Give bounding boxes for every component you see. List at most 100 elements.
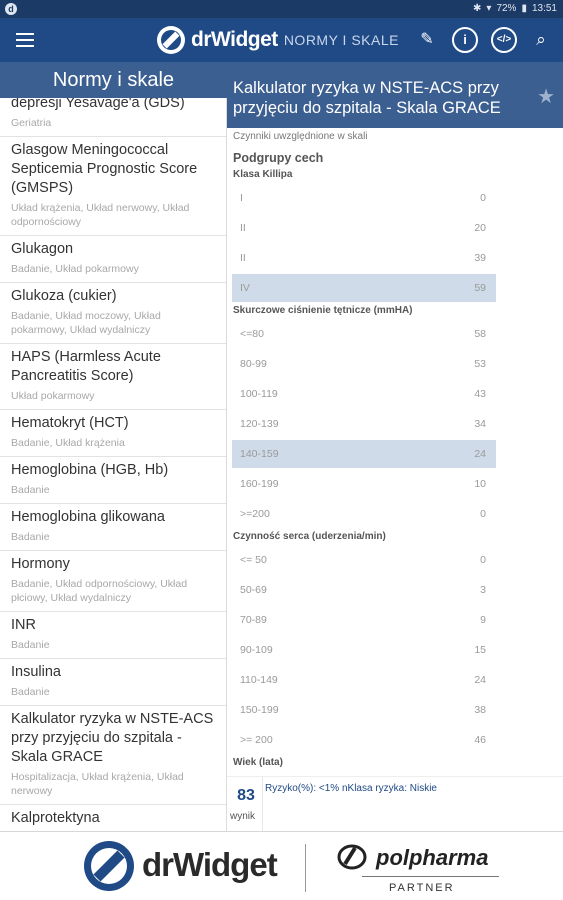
- option-points: 59: [474, 282, 486, 294]
- detail-header: Kalkulator ryzyka w NSTE-ACS przy przyję…: [227, 62, 563, 128]
- list-item-categories: Badanie, Układ odpornościowy, Układ płci…: [11, 578, 188, 604]
- list-item-categories: Badanie: [11, 484, 50, 496]
- option-label: >= 200: [240, 734, 273, 746]
- list-item[interactable]: Glukoza (cukier) Badanie, Układ moczowy, …: [0, 283, 226, 344]
- list-item[interactable]: Hemoglobina glikowana Badanie: [0, 504, 226, 551]
- list-item[interactable]: INR Badanie: [0, 612, 226, 659]
- edit-pencil-icon[interactable]: ✎: [414, 27, 440, 53]
- list-item[interactable]: Kalkulator ryzyka w NSTE-ACS przy przyję…: [0, 706, 226, 805]
- option-points: 24: [474, 674, 486, 686]
- list-item-categories: Układ pokarmowy: [11, 390, 95, 402]
- factor-option[interactable]: 90-109 15: [232, 636, 496, 664]
- list-item-title: Kalprotektyna: [11, 810, 100, 826]
- factor-option[interactable]: 140-159 24: [232, 440, 496, 468]
- brand-subtitle: NORMY I SKALE: [283, 32, 399, 48]
- subgroups-heading: Podgrupy cech: [233, 151, 324, 165]
- clock: 13:51: [531, 3, 557, 14]
- factor-option[interactable]: 70-89 9: [232, 606, 496, 634]
- option-label: 70-89: [240, 614, 267, 626]
- factor-option[interactable]: I0: [232, 184, 496, 212]
- list-item[interactable]: Glasgow Meningococcal Septicemia Prognos…: [0, 137, 226, 236]
- factor-option[interactable]: 110-149 24: [232, 666, 496, 694]
- factor-option[interactable]: IV 59: [232, 274, 496, 302]
- list-item[interactable]: depresji Yesavage'a (GDS) Geriatria: [0, 98, 226, 137]
- app-notification-icon: d: [5, 3, 17, 15]
- option-points: 0: [480, 192, 486, 204]
- factor-option[interactable]: <= 50 0: [232, 546, 496, 574]
- partner-underline: [362, 876, 499, 877]
- list-item-title: Hemoglobina glikowana: [11, 509, 165, 525]
- factor-option[interactable]: >=200 0: [232, 500, 496, 528]
- factor-option[interactable]: 80-99 53: [232, 350, 496, 378]
- calculator-form[interactable]: Czynniki uwzględnione w skali Podgrupy c…: [227, 128, 563, 776]
- partner-brand: polpharma: [376, 845, 489, 870]
- option-label: 110-149: [240, 674, 278, 686]
- footer-divider: [305, 844, 306, 892]
- factors-note: Czynniki uwzględnione w skali: [233, 131, 368, 142]
- footer-brand: drWidget: [142, 846, 278, 883]
- list-item[interactable]: Glukagon Badanie, Układ pokarmowy: [0, 236, 226, 283]
- factor-option[interactable]: 100-119 43: [232, 380, 496, 408]
- factor-group-title: Czynność serca (uderzenia/min): [233, 531, 386, 542]
- list-item[interactable]: Insulina Badanie: [0, 659, 226, 706]
- option-points: 9: [480, 614, 486, 626]
- list-item-title: HAPS (Harmless Acute Pancreatitis Score): [11, 349, 161, 384]
- list-item[interactable]: Hemoglobina (HGB, Hb) Badanie: [0, 457, 226, 504]
- option-points: 24: [474, 448, 486, 460]
- list-item-title: Glukagon: [11, 241, 74, 257]
- factor-option[interactable]: 50-69 3: [232, 576, 496, 604]
- search-icon[interactable]: ⌕: [528, 27, 554, 53]
- list-item-title: Kalkulator ryzyka w NSTE-ACS przy przyję…: [11, 711, 214, 765]
- code-embed-icon[interactable]: </>: [491, 27, 517, 53]
- list-item-title: Hemoglobina (HGB, Hb): [11, 462, 169, 478]
- list-item[interactable]: Hormony Badanie, Układ odpornościowy, Ukł…: [0, 551, 226, 612]
- factor-group-title: Skurczowe ciśnienie tętnicze (mmHA): [233, 305, 413, 316]
- sponsor-banner[interactable]: drWidget polpharma PARTNER: [0, 831, 563, 900]
- list-item-categories: Układ krążenia, Układ nerwowy, Układ odp…: [11, 202, 190, 228]
- polpharma-logo-icon: [337, 844, 367, 870]
- list-item[interactable]: KalprotektynaUkład pokarmowy: [0, 805, 226, 831]
- menu-icon[interactable]: [14, 30, 36, 50]
- factor-option[interactable]: 160-199 10: [232, 470, 496, 498]
- option-label: 120-139: [240, 418, 279, 430]
- list-item-title: Glukoza (cukier): [11, 288, 117, 304]
- wifi-icon: ▾: [486, 3, 492, 14]
- factor-option[interactable]: II 20: [232, 214, 496, 242]
- list-item-categories: Badanie: [11, 531, 50, 543]
- info-icon[interactable]: i: [452, 27, 478, 53]
- list-item-categories: Badanie, Układ pokarmowy: [11, 263, 139, 275]
- list-item-categories: Hospitalizacja, Układ krążenia, Układ ne…: [11, 771, 184, 797]
- factor-group-title: Wiek (lata): [233, 757, 283, 768]
- drwidget-logo-icon: [84, 841, 134, 891]
- option-label: <= 50: [240, 554, 267, 566]
- option-label: 160-199: [240, 478, 279, 490]
- option-label: <=80: [240, 328, 264, 340]
- result-bar: 83 wynik Ryzyko(%): <1% nKlasa ryzyka: N…: [227, 776, 563, 832]
- list-item[interactable]: Hematokryt (HCT) Badanie, Układ krążenia: [0, 410, 226, 457]
- option-points: 53: [474, 358, 486, 370]
- partner-label: PARTNER: [389, 882, 455, 894]
- factor-option[interactable]: II 39: [232, 244, 496, 272]
- factor-option[interactable]: 150-199 38: [232, 696, 496, 724]
- option-points: 46: [474, 734, 486, 746]
- favorite-star-icon[interactable]: ★: [537, 84, 555, 109]
- drwidget-logo-icon: [157, 26, 185, 54]
- factor-option[interactable]: <=80 58: [232, 320, 496, 348]
- status-indicators: ✱ ▾ 72% ▮ 13:51: [473, 3, 557, 14]
- option-label: IV: [240, 282, 250, 294]
- scales-list[interactable]: depresji Yesavage'a (GDS) Geriatria Glasgo…: [0, 98, 227, 831]
- list-item[interactable]: HAPS (Harmless Acute Pancreatitis Score)…: [0, 344, 226, 410]
- factor-option[interactable]: 120-139 34: [232, 410, 496, 438]
- option-points: 38: [474, 704, 486, 716]
- factor-option[interactable]: >= 200 46: [232, 726, 496, 754]
- app-brand: drWidget NORMY I SKALE: [157, 25, 399, 55]
- list-item-categories: Badanie, Układ moczowy, Układ pokarmowy,…: [11, 310, 161, 336]
- list-item-categories: Badanie: [11, 639, 50, 651]
- option-label: I: [240, 192, 243, 204]
- option-points: 20: [474, 222, 486, 234]
- list-item-categories: Badanie, Układ krążenia: [11, 437, 125, 449]
- battery-level: 72%: [496, 3, 517, 14]
- list-item-categories: Badanie: [11, 686, 50, 698]
- brand-name: drWidget: [191, 28, 278, 51]
- option-label: II: [240, 252, 246, 264]
